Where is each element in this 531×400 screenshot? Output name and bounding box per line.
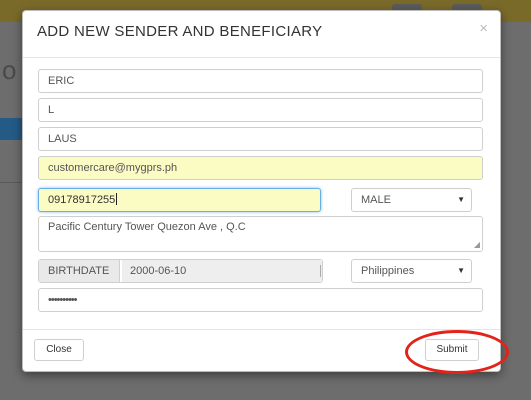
chevron-down-icon: ▼	[457, 266, 465, 275]
last-name-input[interactable]: LAUS	[38, 127, 483, 151]
text-caret	[116, 193, 118, 205]
birthdate-label: BIRTHDATE	[39, 260, 120, 282]
email-input[interactable]: customercare@mygprs.ph	[38, 156, 483, 180]
birthdate-input[interactable]: 2000-06-10	[122, 260, 322, 282]
password-input[interactable]: ••••••••••	[38, 288, 483, 312]
address-value: Pacific Century Tower Quezon Ave , Q.C	[48, 221, 246, 233]
close-icon[interactable]: ×	[479, 20, 488, 37]
gender-selected-value: MALE	[361, 194, 391, 206]
date-picker-handle[interactable]	[320, 265, 321, 277]
background-tab	[0, 118, 22, 140]
phone-input[interactable]: 09178917255	[38, 188, 321, 212]
first-name-input[interactable]: ERIC	[38, 69, 483, 93]
gender-select[interactable]: MALE ▼	[351, 188, 472, 212]
birthdate-value: 2000-06-10	[130, 265, 187, 277]
modal-title: ADD NEW SENDER AND BENEFICIARY	[37, 23, 323, 40]
address-textarea[interactable]: Pacific Century Tower Quezon Ave , Q.C ◢	[38, 216, 483, 252]
chevron-down-icon: ▼	[457, 195, 465, 204]
close-button[interactable]: Close	[34, 339, 84, 361]
resize-grip-icon[interactable]: ◢	[474, 241, 480, 249]
country-select[interactable]: Philippines ▼	[351, 259, 472, 283]
birthdate-group: BIRTHDATE 2000-06-10	[38, 259, 323, 283]
modal-footer-divider	[23, 329, 500, 330]
phone-value: 09178917255	[48, 194, 116, 206]
background-divider	[0, 182, 22, 183]
country-selected-value: Philippines	[361, 265, 415, 277]
submit-button[interactable]: Submit	[425, 339, 479, 361]
modal-header: ADD NEW SENDER AND BENEFICIARY ×	[23, 11, 500, 58]
middle-name-input[interactable]: L	[38, 98, 483, 122]
add-sender-modal: ADD NEW SENDER AND BENEFICIARY × ERIC L …	[22, 10, 501, 372]
